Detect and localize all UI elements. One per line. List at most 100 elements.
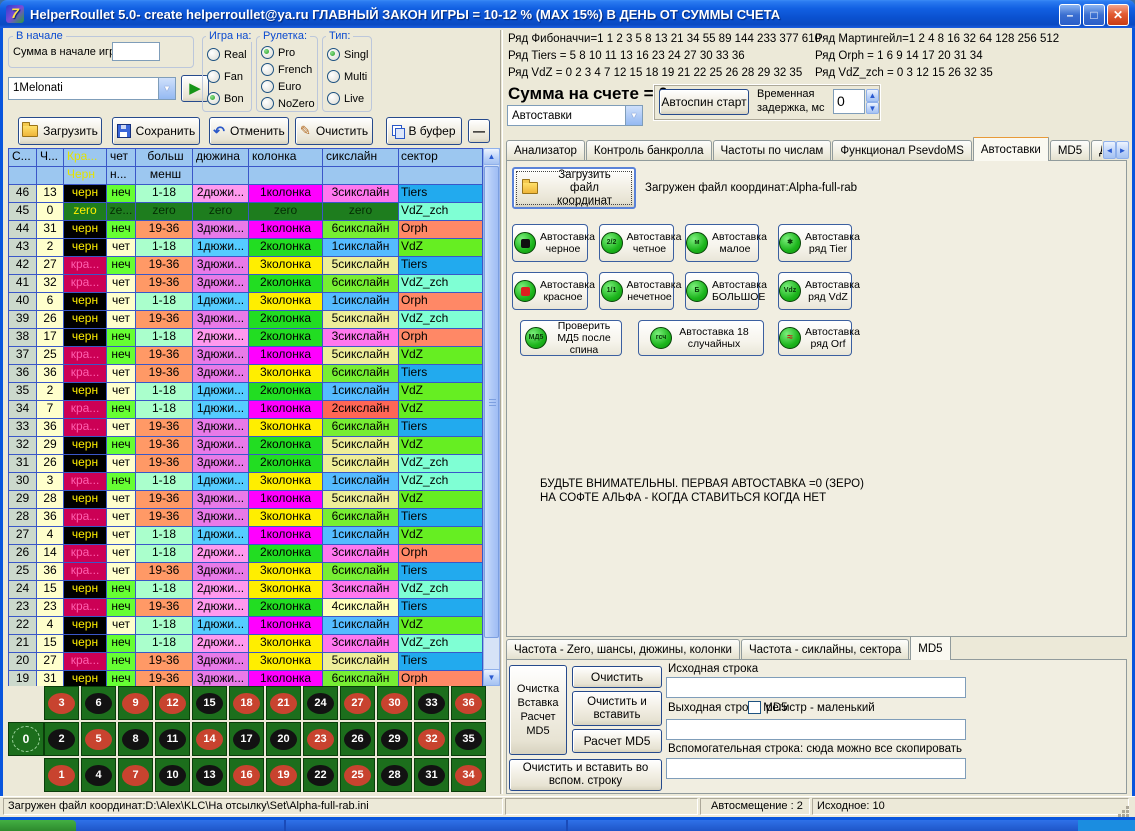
table-row[interactable]: 3336кра...чет19-363дюжи...3колонка6сиксл… [9,419,483,437]
column-header[interactable]: Кра... [64,149,107,166]
roulette-cell[interactable]: 9 [118,686,153,720]
tab-md5[interactable]: MD5 [1050,140,1090,161]
table-row[interactable]: 2115черннеч1-182дюжи...3колонка3сикслайн… [9,635,483,653]
radio-multi[interactable]: Multi [327,70,367,83]
table-row[interactable]: 4227кра...неч19-363дюжи...3колонка5сиксл… [9,257,483,275]
table-row[interactable]: 4613черннеч1-182дюжи...1колонка3сикслайн… [9,185,483,203]
roulette-cell[interactable]: 22 [303,758,338,792]
roulette-cell[interactable]: 23 [303,722,338,756]
radio-real[interactable]: Real [207,48,247,61]
table-row[interactable]: 347кра...неч1-181дюжи...1колонка2сикслай… [9,401,483,419]
roulette-cell[interactable]: 18 [229,686,264,720]
chevron-down-icon[interactable]: ▼ [158,78,175,99]
roulette-cell[interactable]: 14 [192,722,227,756]
clear-button[interactable]: ✎Очистить [295,117,373,145]
table-row[interactable]: 406чернчет1-181дюжи...3колонка1сикслайнO… [9,293,483,311]
roulette-cell[interactable]: 2 [44,722,79,756]
radio-live[interactable]: Live [327,92,364,105]
column-header[interactable]: колонка [249,149,323,166]
source-string-input[interactable] [666,677,966,698]
radio-pro[interactable]: Pro [261,46,295,59]
roulette-cell[interactable]: 4 [81,758,116,792]
minimize-button[interactable]: – [1059,4,1081,26]
column-header[interactable] [323,167,399,184]
tab-division[interactable]: Делени [1091,140,1102,161]
check-md5-after-spin-button[interactable]: МД5 Проверить МД5 после спина [520,320,622,356]
start-sum-input[interactable] [112,42,160,61]
output-string-input[interactable] [666,719,966,740]
roulette-cell[interactable]: 3 [44,686,79,720]
save-button[interactable]: Сохранить [112,117,200,145]
autostake-orf-button[interactable]: ≈ Автоставка ряд Orf [778,320,852,356]
md5-calc-button[interactable]: Расчет MD5 [572,729,662,753]
load-button[interactable]: Загрузить [18,117,102,145]
column-header[interactable]: С... [9,149,37,166]
table-row[interactable]: 1931черннеч19-363дюжи...1колонка6сикслай… [9,671,483,686]
roulette-zero-cell[interactable]: 0 [8,722,44,756]
column-header[interactable]: чет [107,149,136,166]
spinner-down-button[interactable]: ▼ [866,102,879,114]
roulette-cell[interactable]: 10 [155,758,190,792]
column-header[interactable] [399,167,483,184]
roulette-cell[interactable]: 1 [44,758,79,792]
tabs-scroll-left-button[interactable]: ◄ [1103,141,1116,159]
undo-button[interactable]: ↶Отменить [209,117,289,145]
roulette-cell[interactable]: 30 [377,686,412,720]
load-coordinates-button[interactable]: Загрузить файл координат [512,167,636,209]
roulette-cell[interactable]: 32 [414,722,449,756]
table-row[interactable]: 450zeroze...zerozerozerozeroVdZ_zch [9,203,483,221]
table-row[interactable]: 2836кра...чет19-363дюжи...3колонка6сиксл… [9,509,483,527]
roulette-cell[interactable]: 35 [451,722,486,756]
roulette-cell[interactable]: 11 [155,722,190,756]
table-row[interactable]: 3126чернчет19-363дюжи...2колонка5сикслай… [9,455,483,473]
column-header[interactable] [9,167,37,184]
md5-clear-paste-button[interactable]: Очистить и вставить [572,691,662,726]
radio-nozero[interactable]: NoZero [261,97,315,110]
autospin-start-button[interactable]: Автоспин старт [659,89,749,115]
radio-fan[interactable]: Fan [207,70,243,83]
roulette-cell[interactable]: 31 [414,758,449,792]
roulette-cell[interactable]: 28 [377,758,412,792]
roulette-cell[interactable]: 29 [377,722,412,756]
spins-table[interactable]: С... Ч... Кра... чет больш дюжина колонк… [8,148,483,686]
column-header[interactable]: н... [107,167,136,184]
table-row[interactable]: 224чернчет1-181дюжи...1колонка1сикслайнV… [9,617,483,635]
radio-french[interactable]: French [261,63,312,76]
roulette-cell[interactable]: 20 [266,722,301,756]
tab-psevdoms[interactable]: Функционал PsevdoMS [832,140,972,161]
tab-md5-bottom[interactable]: MD5 [910,637,950,660]
column-header[interactable] [249,167,323,184]
autostake-black-button[interactable]: Автоставка черное [512,224,588,262]
column-header[interactable]: Ч... [37,149,64,166]
roulette-cell[interactable]: 15 [192,686,227,720]
spinner-up-button[interactable]: ▲ [866,89,879,102]
spins-table-body[interactable]: 4613черннеч1-182дюжи...1колонка3сикслайн… [9,185,483,686]
roulette-cell[interactable]: 13 [192,758,227,792]
mode-combobox[interactable]: Автоставки ▼ [507,105,643,126]
autostake-big-button[interactable]: Б Автоставка БОЛЬШОЕ [685,272,759,310]
roulette-cell[interactable]: 8 [118,722,153,756]
table-row[interactable]: 274чернчет1-181дюжи...1колонка1сикслайнV… [9,527,483,545]
tab-analyzer[interactable]: Анализатор [506,140,585,161]
tabs-scroll-right-button[interactable]: ► [1116,141,1129,159]
table-row[interactable]: 3725кра...неч19-363дюжи...1колонка5сиксл… [9,347,483,365]
tab-autostakes[interactable]: Автоставки [973,137,1049,161]
table-row[interactable]: 3636кра...чет19-363дюжи...3колонка6сиксл… [9,365,483,383]
roulette-cell[interactable]: 25 [340,758,375,792]
roulette-cell[interactable]: 26 [340,722,375,756]
column-header[interactable]: сикслайн [323,149,399,166]
tab-freq-zero-chances[interactable]: Частота - Zero, шансы, дюжины, колонки [506,639,740,660]
roulette-cell[interactable]: 24 [303,686,338,720]
clear-paste-calc-md5-button[interactable]: Очистка Вставка Расчет MD5 [509,665,567,755]
column-header[interactable]: Черн [64,167,107,184]
column-header[interactable]: больш [136,149,193,166]
autostake-small-button[interactable]: м Автоставка малое [685,224,759,262]
aux-string-input[interactable] [666,758,966,779]
scrollbar-thumb[interactable] [484,166,499,638]
column-header[interactable]: менш [136,167,193,184]
table-row[interactable]: 4431черннеч19-363дюжи...1колонка6сикслай… [9,221,483,239]
table-row[interactable]: 2323кра...неч19-362дюжи...2колонка4сиксл… [9,599,483,617]
table-row[interactable]: 3229черннеч19-363дюжи...2колонка5сикслай… [9,437,483,455]
autostake-vdz-button[interactable]: Vdz Автоставка ряд VdZ [778,272,852,310]
collapse-button[interactable]: — [468,119,490,143]
